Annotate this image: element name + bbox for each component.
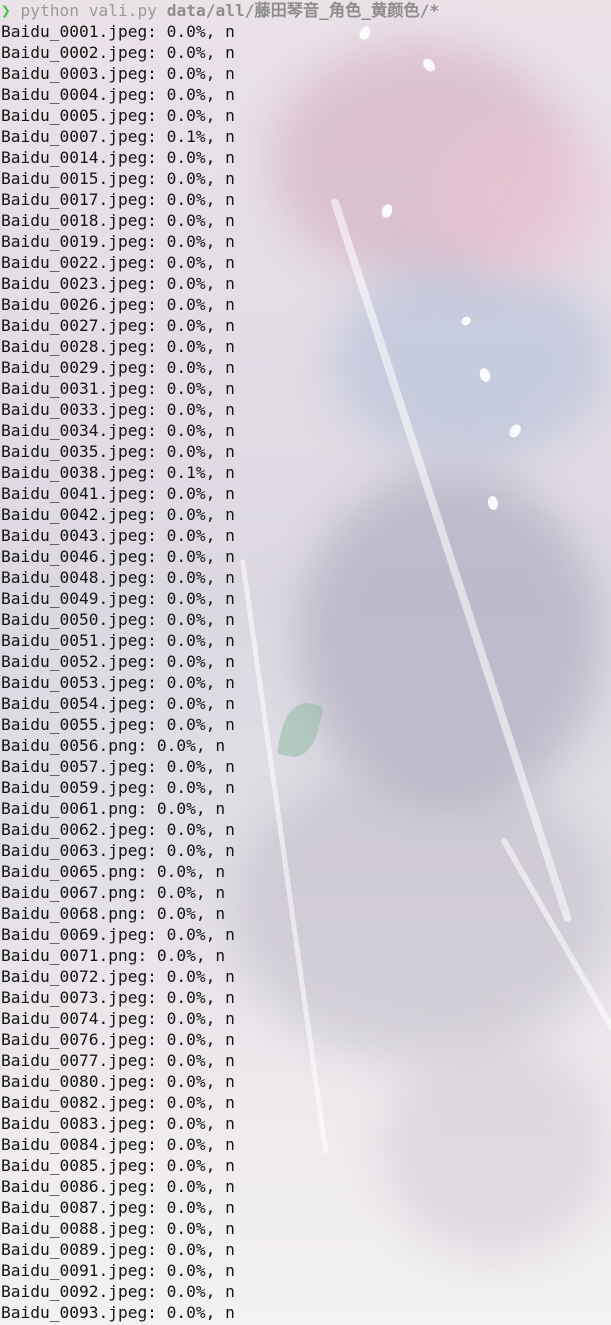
output-line: Baidu_0049.jpeg: 0.0%, n [1, 589, 235, 608]
output-line: Baidu_0056.png: 0.0%, n [1, 736, 226, 755]
output-line: Baidu_0082.jpeg: 0.0%, n [1, 1093, 235, 1112]
output-line: Baidu_0023.jpeg: 0.0%, n [1, 274, 235, 293]
output-line: Baidu_0059.jpeg: 0.0%, n [1, 778, 235, 797]
output-line: Baidu_0043.jpeg: 0.0%, n [1, 526, 235, 545]
terminal-window[interactable]: ❯ python vali.py data/all/藤田琴音_角色_黄颜色/* … [0, 0, 611, 1323]
output-line: Baidu_0015.jpeg: 0.0%, n [1, 169, 235, 188]
output-line: Baidu_0061.png: 0.0%, n [1, 799, 226, 818]
output-line: Baidu_0083.jpeg: 0.0%, n [1, 1114, 235, 1133]
output-line: Baidu_0018.jpeg: 0.0%, n [1, 211, 235, 230]
output-line: Baidu_0003.jpeg: 0.0%, n [1, 64, 235, 83]
output-line: Baidu_0034.jpeg: 0.0%, n [1, 421, 235, 440]
output-line: Baidu_0022.jpeg: 0.0%, n [1, 253, 235, 272]
output-line: Baidu_0052.jpeg: 0.0%, n [1, 652, 235, 671]
output-line: Baidu_0073.jpeg: 0.0%, n [1, 988, 235, 1007]
command-script: vali.py [88, 1, 157, 20]
output-line: Baidu_0069.jpeg: 0.0%, n [1, 925, 235, 944]
output-line: Baidu_0071.png: 0.0%, n [1, 946, 226, 965]
output-line: Baidu_0067.png: 0.0%, n [1, 883, 226, 902]
output-line: Baidu_0053.jpeg: 0.0%, n [1, 673, 235, 692]
output-line: Baidu_0027.jpeg: 0.0%, n [1, 316, 235, 335]
output-line: Baidu_0072.jpeg: 0.0%, n [1, 967, 235, 986]
output-line: Baidu_0091.jpeg: 0.0%, n [1, 1261, 235, 1280]
prompt-arrow-icon: ❯ [1, 1, 11, 20]
output-line: Baidu_0017.jpeg: 0.0%, n [1, 190, 235, 209]
output-line: Baidu_0089.jpeg: 0.0%, n [1, 1240, 235, 1259]
output-line: Baidu_0007.jpeg: 0.1%, n [1, 127, 235, 146]
output-line: Baidu_0004.jpeg: 0.0%, n [1, 85, 235, 104]
output-line: Baidu_0084.jpeg: 0.0%, n [1, 1135, 235, 1154]
output-line: Baidu_0050.jpeg: 0.0%, n [1, 610, 235, 629]
output-line: Baidu_0080.jpeg: 0.0%, n [1, 1072, 235, 1091]
output-line: Baidu_0074.jpeg: 0.0%, n [1, 1009, 235, 1028]
output-line: Baidu_0033.jpeg: 0.0%, n [1, 400, 235, 419]
output-line: Baidu_0085.jpeg: 0.0%, n [1, 1156, 235, 1175]
output-line: Baidu_0028.jpeg: 0.0%, n [1, 337, 235, 356]
output-line: Baidu_0026.jpeg: 0.0%, n [1, 295, 235, 314]
output-line: Baidu_0088.jpeg: 0.0%, n [1, 1219, 235, 1238]
output-line: Baidu_0062.jpeg: 0.0%, n [1, 820, 235, 839]
output-line: Baidu_0063.jpeg: 0.0%, n [1, 841, 235, 860]
output-line: Baidu_0086.jpeg: 0.0%, n [1, 1177, 235, 1196]
output-line: Baidu_0077.jpeg: 0.0%, n [1, 1051, 235, 1070]
output-line: Baidu_0005.jpeg: 0.0%, n [1, 106, 235, 125]
output-line: Baidu_0041.jpeg: 0.0%, n [1, 484, 235, 503]
output-line: Baidu_0065.png: 0.0%, n [1, 862, 226, 881]
command-argument-path: data/all/藤田琴音_角色_黄颜色/* [166, 1, 440, 20]
output-line: Baidu_0093.jpeg: 0.0%, n [1, 1303, 235, 1322]
output-line: Baidu_0076.jpeg: 0.0%, n [1, 1030, 235, 1049]
output-line: Baidu_0054.jpeg: 0.0%, n [1, 694, 235, 713]
output-line: Baidu_0002.jpeg: 0.0%, n [1, 43, 235, 62]
output-line: Baidu_0051.jpeg: 0.0%, n [1, 631, 235, 650]
output-line: Baidu_0046.jpeg: 0.0%, n [1, 547, 235, 566]
output-line: Baidu_0029.jpeg: 0.0%, n [1, 358, 235, 377]
output-line: Baidu_0042.jpeg: 0.0%, n [1, 505, 235, 524]
output-line: Baidu_0035.jpeg: 0.0%, n [1, 442, 235, 461]
output-line: Baidu_0031.jpeg: 0.0%, n [1, 379, 235, 398]
output-line: Baidu_0055.jpeg: 0.0%, n [1, 715, 235, 734]
output-line: Baidu_0057.jpeg: 0.0%, n [1, 757, 235, 776]
command-program: python [20, 1, 79, 20]
output-line: Baidu_0092.jpeg: 0.0%, n [1, 1282, 235, 1301]
command-prompt-line: ❯ python vali.py data/all/藤田琴音_角色_黄颜色/* [1, 0, 611, 21]
terminal-output: Baidu_0001.jpeg: 0.0%, n Baidu_0002.jpeg:… [1, 21, 611, 1323]
output-line: Baidu_0014.jpeg: 0.0%, n [1, 148, 235, 167]
output-line: Baidu_0038.jpeg: 0.1%, n [1, 463, 235, 482]
output-line: Baidu_0048.jpeg: 0.0%, n [1, 568, 235, 587]
output-line: Baidu_0001.jpeg: 0.0%, n [1, 22, 235, 41]
output-line: Baidu_0068.png: 0.0%, n [1, 904, 226, 923]
output-line: Baidu_0019.jpeg: 0.0%, n [1, 232, 235, 251]
output-line: Baidu_0087.jpeg: 0.0%, n [1, 1198, 235, 1217]
